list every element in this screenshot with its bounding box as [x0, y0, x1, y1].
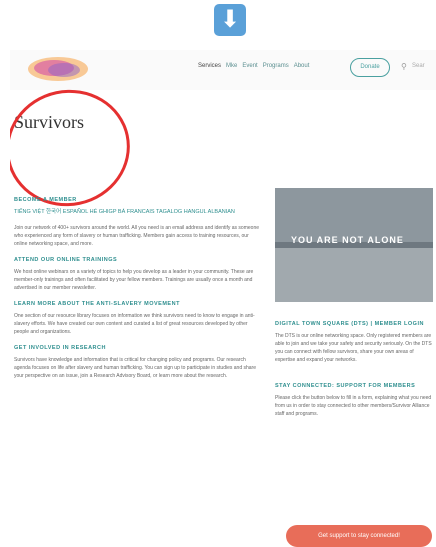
nav-event[interactable]: Event — [242, 63, 257, 69]
download-arrow-icon: ⬇ — [214, 4, 246, 36]
section-heading-research[interactable]: GET INVOLVED IN RESEARCH — [14, 344, 260, 352]
section-body-research: Survivors have knowledge and information… — [14, 357, 257, 379]
nav-mke[interactable]: Mke — [226, 63, 237, 69]
section-body-movement: One section of our resource library focu… — [14, 313, 255, 335]
become-member-link[interactable]: BECOME A MEMBER — [14, 196, 260, 204]
main-column: BECOME A MEMBER TIẾNG VIỆT 한국어 ESPAÑOL H… — [14, 188, 260, 380]
section-heading-trainings[interactable]: ATTEND OUR ONLINE TRAININGS — [14, 256, 260, 264]
intro-text: Join our network of 400+ survivors aroun… — [14, 225, 259, 247]
photo-ground — [275, 248, 433, 302]
nav-programs[interactable]: Programs — [263, 63, 289, 69]
support-description: Please click the button below to fill in… — [275, 395, 432, 417]
section-body-trainings: We host online webinars on a variety of … — [14, 269, 254, 291]
nav-about[interactable]: About — [294, 63, 310, 69]
dts-login-heading[interactable]: DIGITAL TOWN SQUARE (DTS) | MEMBER LOGIN — [275, 320, 435, 328]
photo-caption: YOU ARE NOT ALONE — [291, 235, 404, 245]
site-logo[interactable] — [26, 54, 90, 84]
main-nav: Services Mke Event Programs About — [198, 63, 309, 69]
language-links[interactable]: TIẾNG VIỆT 한국어 ESPAÑOL HÉ GHIGP BÁ FRANC… — [14, 208, 260, 216]
survivor-photo: YOU ARE NOT ALONE — [275, 188, 433, 302]
search-label[interactable]: Sear — [412, 63, 425, 69]
photo-sky — [275, 188, 433, 242]
search-icon[interactable]: ⚲ — [401, 62, 407, 71]
get-support-button[interactable]: Get support to stay connected! — [286, 525, 432, 547]
sidebar: YOU ARE NOT ALONE DIGITAL TOWN SQUARE (D… — [275, 188, 435, 418]
section-heading-movement[interactable]: LEARN MORE ABOUT THE ANTI-SLAVERY MOVEME… — [14, 300, 260, 308]
nav-services[interactable]: Services — [198, 63, 221, 69]
support-heading[interactable]: STAY CONNECTED: SUPPORT FOR MEMBERS — [275, 382, 435, 390]
webpage: Services Mke Event Programs About Donate… — [10, 50, 436, 547]
donate-button[interactable]: Donate — [350, 58, 390, 77]
dts-description: The DTS is our online networking space. … — [275, 333, 432, 363]
